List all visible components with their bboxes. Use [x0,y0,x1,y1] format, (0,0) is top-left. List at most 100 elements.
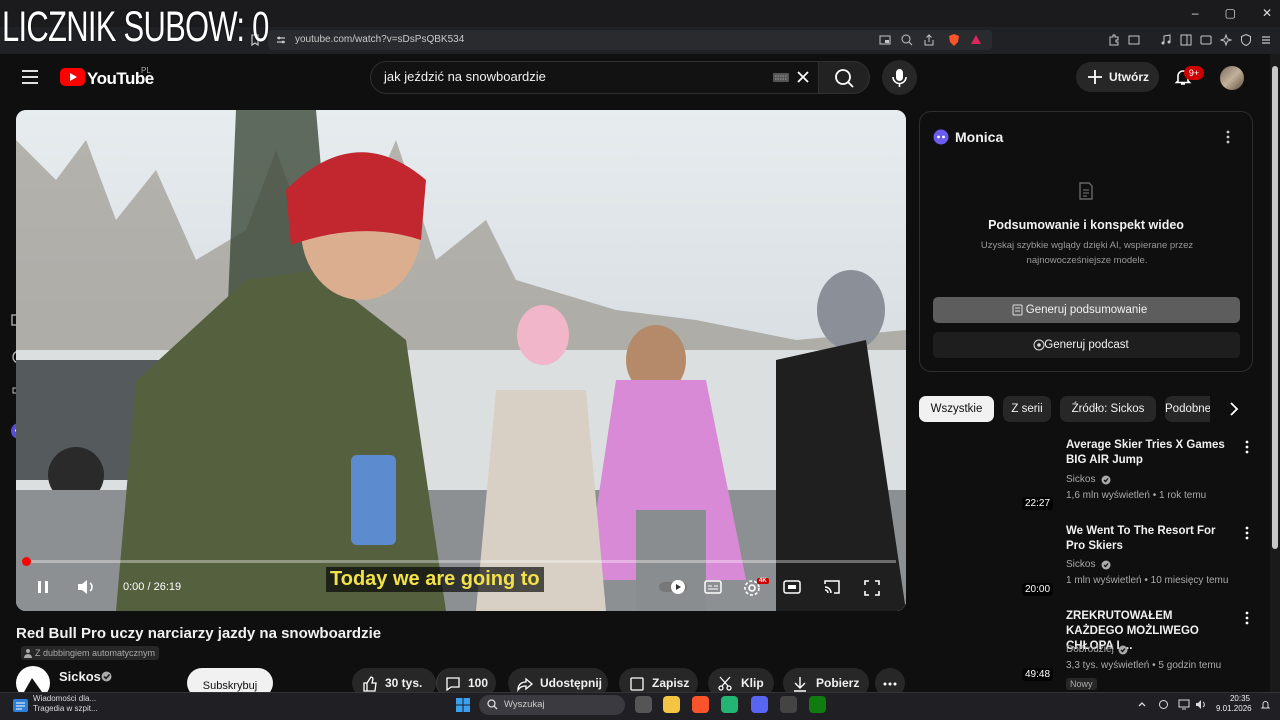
youtube-logo-icon[interactable] [60,68,85,86]
chevron-up-icon[interactable] [1137,699,1147,709]
file-explorer-icon[interactable] [663,696,680,713]
video-frame [16,110,906,611]
vpn-shield-icon[interactable] [1239,33,1253,47]
brave-browser-icon[interactable] [692,696,709,713]
dubbing-note: Z dubbingiem automatycznym [21,646,160,660]
monica-title: Monica [955,129,1004,145]
chevron-right-icon[interactable] [1222,397,1246,421]
monica-heading: Podsumowanie i konspekt wideo [988,218,1184,232]
download-icon [794,677,806,692]
recommendation-title[interactable]: Average Skier Tries X Games BIG AIR Jump [1066,438,1230,468]
sidebar-icon[interactable] [1179,33,1193,47]
more-horizontal-icon [883,682,897,686]
verified-icon [1101,560,1111,570]
clear-search-icon[interactable] [796,70,810,84]
subtitles-icon[interactable] [704,580,722,594]
region-code: PL [141,66,151,75]
steam-icon[interactable] [780,696,797,713]
volume-icon[interactable] [77,579,95,595]
window-controls: – ▢ ✕ [1192,6,1272,20]
task-view-icon[interactable] [635,696,652,713]
voice-search-button[interactable] [882,60,917,95]
fullscreen-icon[interactable] [864,580,880,596]
app-icon[interactable] [721,696,738,713]
search-query[interactable]: jak jeździć na snowboardzie [384,69,546,84]
chip-similar[interactable]: Podobne [1165,396,1210,422]
windows-start-icon[interactable] [455,697,471,713]
notifications-badge: 9+ [1184,66,1204,80]
screenshot-icon[interactable] [1127,33,1141,47]
more-vertical-icon[interactable] [1240,526,1254,540]
notification-center-icon[interactable] [1260,699,1271,710]
network-icon[interactable] [1178,699,1190,710]
new-badge: Nowy [1066,678,1097,690]
generate-summary-button[interactable]: Generuj podsumowanie [933,297,1240,323]
monica-menu-icon[interactable] [1222,129,1234,145]
autoplay-toggle[interactable] [659,580,687,594]
summary-icon [1012,304,1023,316]
xbox-icon[interactable] [809,696,826,713]
progress-bar[interactable] [26,560,896,563]
leo-ai-icon[interactable] [1219,33,1233,47]
media-icon[interactable] [1159,33,1173,47]
brave-shield-icon[interactable] [947,33,961,47]
microphone-icon [892,69,907,87]
hamburger-menu-icon[interactable] [21,69,39,85]
taskbar-search[interactable] [479,695,625,715]
extensions-icon[interactable] [1107,33,1121,47]
recommendation-channel[interactable]: Sickos [1066,559,1095,570]
speaker-icon[interactable] [1195,699,1207,710]
clock-time: 20:35 [1229,694,1250,703]
recommendation-channel[interactable]: Sickos [1066,474,1095,485]
more-vertical-icon[interactable] [1240,440,1254,454]
maximize-button[interactable]: ▢ [1225,6,1236,20]
video-player[interactable] [16,110,906,611]
recommendation-title[interactable]: We Went To The Resort For Pro Skiers [1066,524,1230,554]
discord-icon[interactable] [751,696,768,713]
monica-description: Uzyskaj szybkie wglądy dzięki AI, wspier… [980,240,1194,266]
taskbar-clock[interactable]: 20:35 9.01.2026 [1216,694,1252,714]
podcast-mic-icon [1033,339,1045,351]
thumbs-up-icon [363,676,377,692]
video-duration: 49:48 [1022,668,1054,681]
zoom-icon[interactable] [900,33,914,47]
share-icon [517,677,533,692]
search-button[interactable] [818,61,870,94]
time-display: 0:00 / 26:19 [123,581,182,593]
chip-source[interactable]: Źródło: Sickos [1060,396,1156,422]
create-button-label: Utwórz [1109,70,1149,84]
news-widget-icon[interactable] [12,697,29,714]
minimize-button[interactable]: – [1192,6,1199,20]
account-avatar[interactable] [1220,66,1244,90]
news-headline-2: Tragedia w szpit... [33,704,98,713]
chip-all[interactable]: Wszystkie [919,396,994,422]
system-tray-icon[interactable] [1158,699,1169,710]
video-duration: 20:00 [1022,583,1054,596]
site-settings-icon[interactable] [274,33,288,47]
pause-icon[interactable] [36,580,50,594]
recommendation-channel[interactable]: Dobrodziej [1066,644,1114,655]
brave-rewards-icon[interactable] [969,33,983,47]
monica-logo-icon [933,129,949,145]
news-widget[interactable]: Wiadomości dla... Tragedia w szpit... [33,694,98,714]
channel-name[interactable]: Sickos [59,669,101,684]
close-window-button[interactable]: ✕ [1262,6,1272,20]
browser-menu-icon[interactable] [1259,33,1273,47]
more-vertical-icon[interactable] [1240,611,1254,625]
chip-series[interactable]: Z serii [1003,396,1051,422]
comment-icon [446,677,460,692]
keyboard-icon[interactable] [772,71,790,84]
verified-icon [1118,645,1128,655]
verified-icon [101,671,112,682]
picture-in-picture-icon[interactable] [878,33,892,47]
cast-icon[interactable] [823,579,841,595]
share-page-icon[interactable] [922,33,936,47]
miniplayer-icon[interactable] [783,580,801,594]
generate-podcast-button[interactable]: Generuj podcast [933,332,1240,358]
recommendation-meta: 1 mln wyświetleń • 10 miesięcy temu [1066,575,1229,586]
progress-scrubber[interactable] [22,557,31,566]
generate-summary-label: Generuj podsumowanie [1025,304,1148,316]
scrollbar-thumb[interactable] [1272,66,1278,549]
url-text[interactable]: youtube.com/watch?v=sDsPsQBK534 [295,34,464,45]
wallet-icon[interactable] [1199,33,1213,47]
